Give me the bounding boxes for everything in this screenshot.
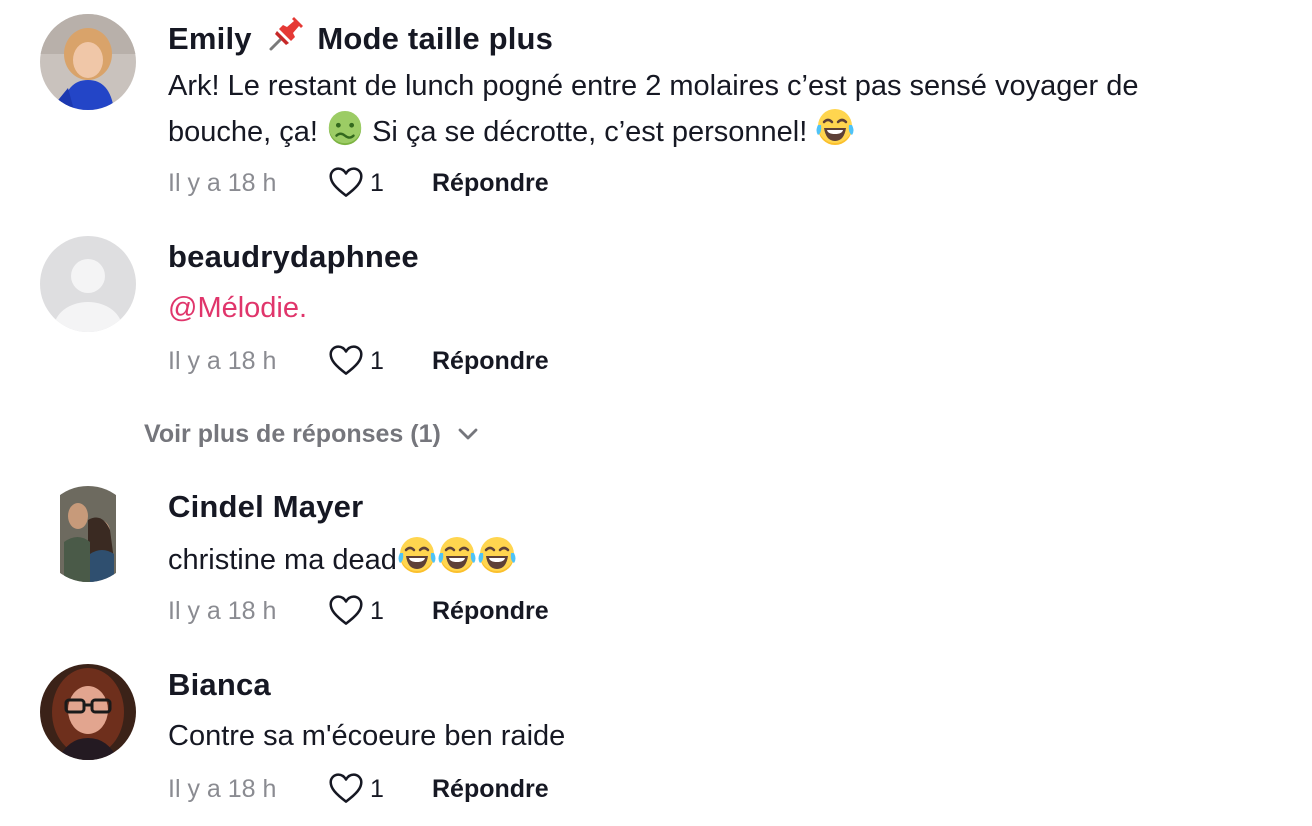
- heart-outline-icon: [328, 593, 364, 629]
- comment-username[interactable]: Bianca: [168, 667, 271, 703]
- avatar[interactable]: [40, 664, 136, 760]
- comment-time: Il y a 18 h: [168, 168, 277, 197]
- comment-username[interactable]: Cindel Mayer: [168, 489, 363, 525]
- avatar[interactable]: [40, 236, 136, 332]
- reply-button[interactable]: Répondre: [432, 597, 549, 626]
- avatar[interactable]: [40, 486, 136, 582]
- heart-outline-icon: [328, 771, 364, 807]
- comment-meta: Il y a 18 h 1 Répondre: [168, 773, 549, 805]
- comment-time: Il y a 18 h: [168, 346, 277, 375]
- view-more-replies-label: Voir plus de réponses (1): [144, 419, 441, 448]
- tears-of-joy-emoji: [437, 536, 477, 576]
- like-button[interactable]: 1: [328, 343, 432, 379]
- like-count: 1: [370, 168, 384, 197]
- tears-of-joy-emoji: [815, 108, 855, 148]
- comment-username[interactable]: Emily Mode taille plus: [168, 17, 553, 57]
- comment-text: Contre sa m'écoeure ben raide: [168, 720, 566, 752]
- comment-text: christine ma dead: [168, 536, 1268, 582]
- heart-outline-icon: [328, 343, 364, 379]
- chevron-down-icon: [458, 428, 478, 440]
- tears-of-joy-emoji: [477, 536, 517, 576]
- comment-meta: Il y a 18 h 1 Répondre: [168, 345, 549, 377]
- reply-button[interactable]: Répondre: [432, 169, 549, 198]
- like-count: 1: [370, 774, 384, 803]
- comment-meta: Il y a 18 h 1 Répondre: [168, 167, 549, 199]
- comment-text: @Mélodie.: [168, 286, 1268, 330]
- mention-link[interactable]: @Mélodie.: [168, 292, 307, 324]
- like-button[interactable]: 1: [328, 165, 432, 201]
- comment-username[interactable]: beaudrydaphnee: [168, 239, 419, 275]
- like-count: 1: [370, 346, 384, 375]
- reply-button[interactable]: Répondre: [432, 775, 549, 804]
- comment-text: Ark! Le restant de lunch pogné entre 2 m…: [168, 70, 1139, 148]
- like-button[interactable]: 1: [328, 771, 432, 807]
- avatar[interactable]: [40, 14, 136, 110]
- reply-button[interactable]: Répondre: [432, 347, 549, 376]
- like-button[interactable]: 1: [328, 593, 432, 629]
- pushpin-icon: [269, 17, 303, 51]
- heart-outline-icon: [328, 165, 364, 201]
- comment-time: Il y a 18 h: [168, 596, 277, 625]
- comment-time: Il y a 18 h: [168, 774, 277, 803]
- nauseated-face-emoji: [328, 110, 362, 146]
- comment-meta: Il y a 18 h 1 Répondre: [168, 595, 549, 627]
- like-count: 1: [370, 596, 384, 625]
- view-more-replies-button[interactable]: Voir plus de réponses (1): [144, 416, 479, 452]
- tears-of-joy-emoji: [397, 536, 437, 576]
